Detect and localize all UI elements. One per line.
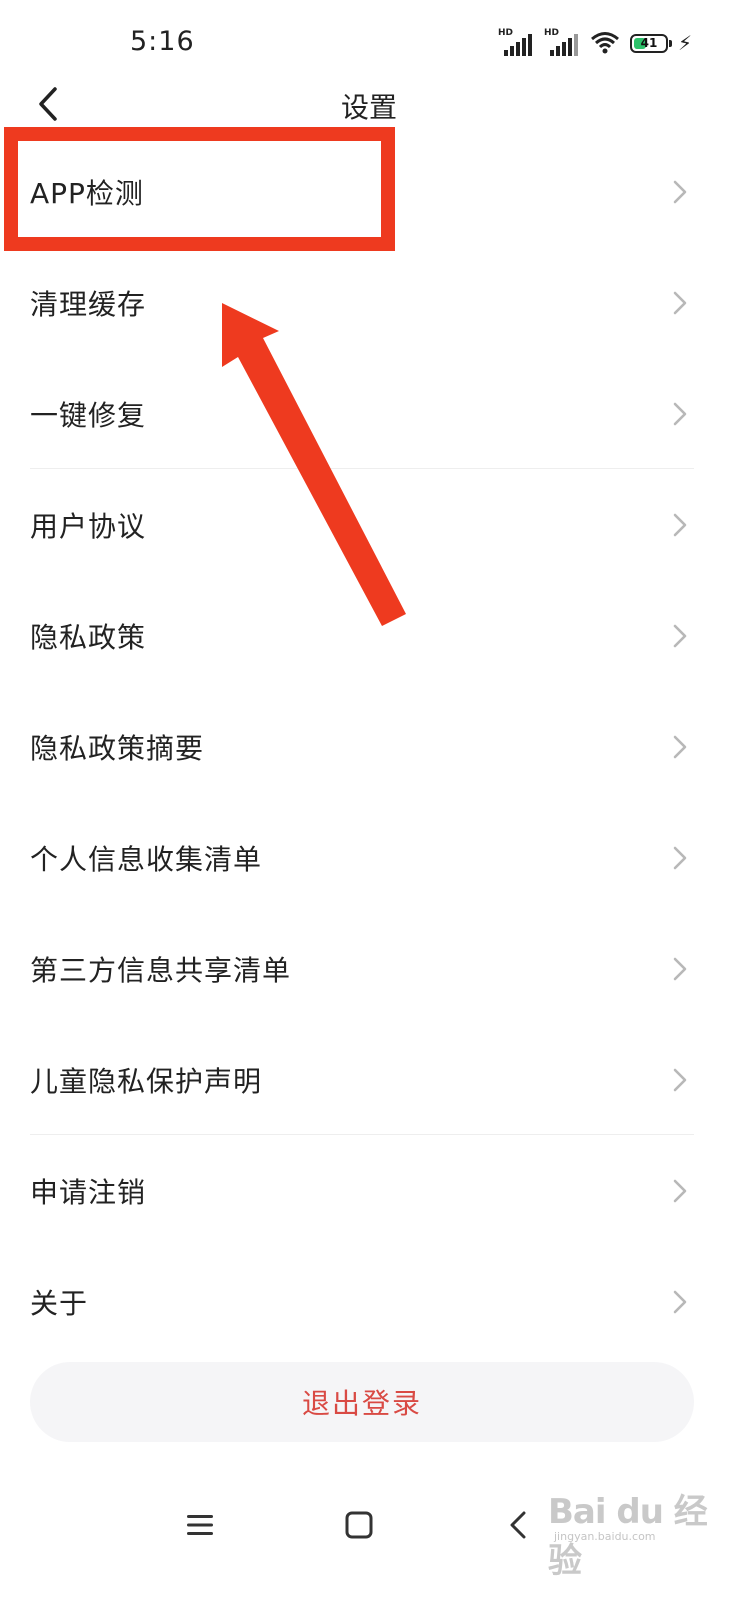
menu-item[interactable]: 一键修复 bbox=[0, 358, 738, 469]
menu-item-label: 隐私政策 bbox=[30, 620, 147, 654]
page-title: 设置 bbox=[340, 91, 397, 124]
menu-item[interactable]: APP检测 bbox=[0, 136, 738, 247]
recent-apps-button[interactable] bbox=[170, 1490, 230, 1560]
chevron-right-icon bbox=[672, 845, 688, 871]
settings-menu: APP检测清理缓存一键修复用户协议隐私政策隐私政策摘要个人信息收集清单 第三方信息… bbox=[0, 136, 738, 1357]
signal-icon: HD bbox=[498, 28, 534, 56]
charging-icon: ⚡ bbox=[677, 31, 692, 55]
status-bar: 5:16 HD HD 41 ⚡ bbox=[0, 0, 738, 84]
menu-item-label: 申请注销 bbox=[30, 1175, 147, 1209]
menu-item-label: 个人信息收集清单 bbox=[30, 842, 263, 876]
status-time: 5:16 bbox=[130, 26, 195, 57]
logout-label: 退出登录 bbox=[301, 1387, 422, 1420]
menu-item[interactable]: 隐私政策摘要 bbox=[0, 691, 738, 802]
menu-item-label: APP检测 bbox=[30, 176, 144, 210]
chevron-right-icon bbox=[672, 1067, 688, 1093]
menu-item-label: 关于 bbox=[30, 1286, 89, 1320]
system-back-button[interactable] bbox=[488, 1490, 548, 1560]
back-chevron-icon bbox=[510, 1511, 526, 1539]
menu-item-label: 隐私政策摘要 bbox=[30, 731, 205, 765]
menu-item[interactable]: 儿童隐私保护声明 bbox=[0, 1024, 738, 1135]
menu-item[interactable]: 第三方信息共享清单 bbox=[0, 913, 738, 1024]
menu-item[interactable]: 申请注销 bbox=[0, 1135, 738, 1246]
menu-item[interactable]: 关于 bbox=[0, 1246, 738, 1357]
menu-item-label: 儿童隐私保护声明 bbox=[30, 1064, 263, 1098]
menu-item-label: 用户协议 bbox=[30, 509, 147, 543]
status-icons: HD HD 41 ⚡ bbox=[498, 28, 692, 58]
menu-item[interactable]: 用户协议 bbox=[0, 469, 738, 580]
menu-item[interactable]: 个人信息收集清单 bbox=[0, 802, 738, 913]
menu-item[interactable]: 清理缓存 bbox=[0, 247, 738, 358]
chevron-right-icon bbox=[672, 1289, 688, 1315]
chevron-right-icon bbox=[672, 623, 688, 649]
chevron-right-icon bbox=[672, 512, 688, 538]
watermark-url: jingyan.baidu.com bbox=[554, 1530, 656, 1543]
home-button[interactable] bbox=[329, 1490, 389, 1560]
menu-item-label: 第三方信息共享清单 bbox=[30, 953, 292, 987]
menu-item-label: 一键修复 bbox=[30, 398, 147, 432]
signal-icon: HD bbox=[544, 28, 580, 56]
battery-icon: 41 bbox=[629, 33, 672, 53]
chevron-right-icon bbox=[672, 956, 688, 982]
chevron-right-icon bbox=[672, 179, 688, 205]
wifi-icon bbox=[590, 32, 619, 54]
chevron-right-icon bbox=[672, 290, 688, 316]
battery-level: 41 bbox=[640, 36, 658, 50]
chevron-right-icon bbox=[672, 1178, 688, 1204]
watermark-logo: Bai du 经验 jingyan.baidu.com bbox=[548, 1484, 738, 1582]
chevron-right-icon bbox=[672, 734, 688, 760]
menu-item-label: 清理缓存 bbox=[30, 287, 147, 321]
home-square-icon bbox=[345, 1511, 373, 1539]
chevron-right-icon bbox=[672, 401, 688, 427]
menu-item[interactable]: 隐私政策 bbox=[0, 580, 738, 691]
logout-button[interactable]: 退出登录 bbox=[30, 1362, 694, 1442]
menu-icon bbox=[187, 1515, 213, 1535]
